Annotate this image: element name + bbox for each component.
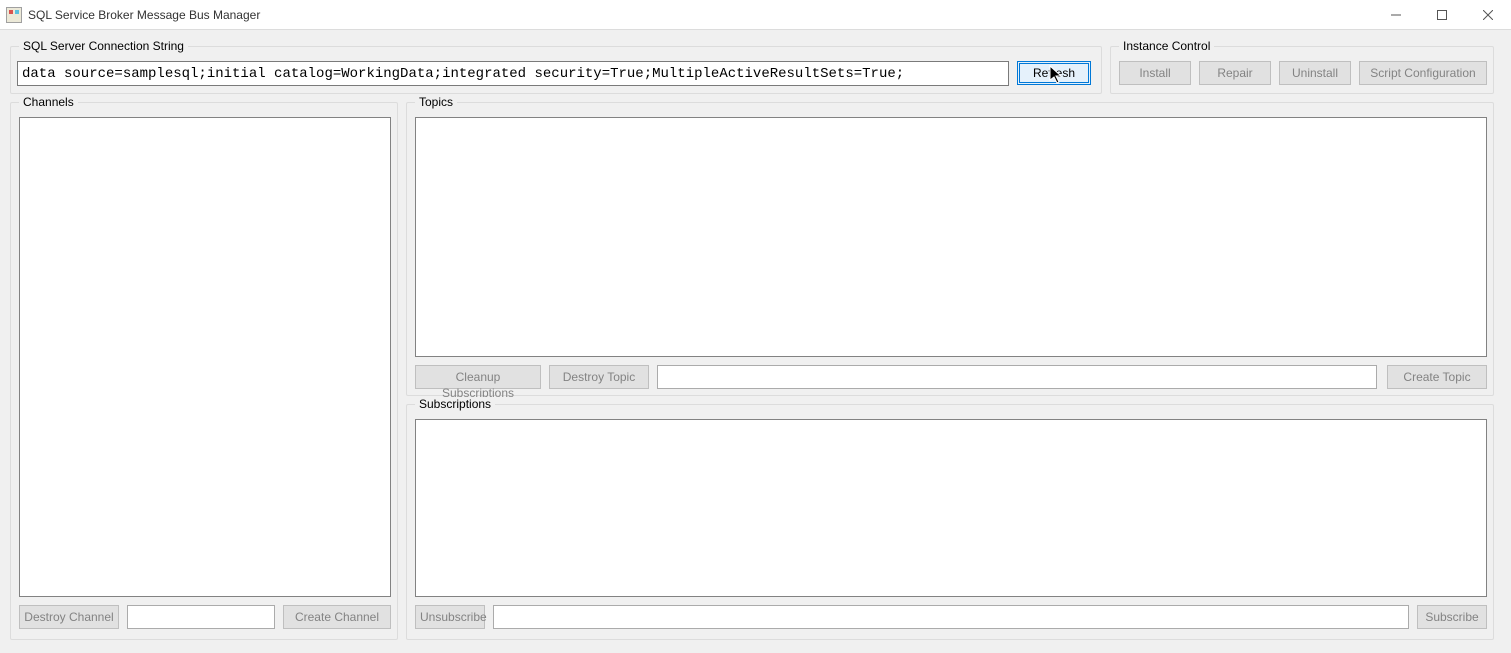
topics-group: Topics Cleanup Subscriptions Destroy Top… [406, 102, 1494, 396]
maximize-button[interactable] [1419, 0, 1465, 29]
channels-listbox[interactable] [19, 117, 391, 597]
subscriptions-label: Subscriptions [415, 397, 495, 411]
script-configuration-button[interactable]: Script Configuration [1359, 61, 1487, 85]
client-area: SQL Server Connection String Refresh Ins… [0, 30, 1511, 653]
cleanup-subscriptions-button[interactable]: Cleanup Subscriptions [415, 365, 541, 389]
app-icon [6, 7, 22, 23]
uninstall-button[interactable]: Uninstall [1279, 61, 1351, 85]
topics-label: Topics [415, 95, 457, 109]
subscription-name-input[interactable] [493, 605, 1409, 629]
topics-listbox[interactable] [415, 117, 1487, 357]
subscriptions-group: Subscriptions Unsubscribe Subscribe [406, 404, 1494, 640]
subscribe-button[interactable]: Subscribe [1417, 605, 1487, 629]
instance-control-label: Instance Control [1119, 39, 1214, 53]
unsubscribe-button[interactable]: Unsubscribe [415, 605, 485, 629]
titlebar: SQL Service Broker Message Bus Manager [0, 0, 1511, 30]
connection-string-input[interactable] [17, 61, 1009, 86]
minimize-button[interactable] [1373, 0, 1419, 29]
topic-name-input[interactable] [657, 365, 1377, 389]
close-button[interactable] [1465, 0, 1511, 29]
window-controls [1373, 0, 1511, 29]
repair-button[interactable]: Repair [1199, 61, 1271, 85]
instance-control-group: Instance Control Install Repair Uninstal… [1110, 46, 1494, 94]
channels-group: Channels Destroy Channel Create Channel [10, 102, 398, 640]
subscriptions-listbox[interactable] [415, 419, 1487, 597]
destroy-channel-button[interactable]: Destroy Channel [19, 605, 119, 629]
create-channel-button[interactable]: Create Channel [283, 605, 391, 629]
window-title: SQL Service Broker Message Bus Manager [28, 8, 1373, 22]
channel-name-input[interactable] [127, 605, 275, 629]
refresh-button[interactable]: Refresh [1017, 61, 1091, 85]
install-button[interactable]: Install [1119, 61, 1191, 85]
create-topic-button[interactable]: Create Topic [1387, 365, 1487, 389]
connection-string-group: SQL Server Connection String Refresh [10, 46, 1102, 94]
destroy-topic-button[interactable]: Destroy Topic [549, 365, 649, 389]
connection-string-label: SQL Server Connection String [19, 39, 188, 53]
channels-label: Channels [19, 95, 78, 109]
